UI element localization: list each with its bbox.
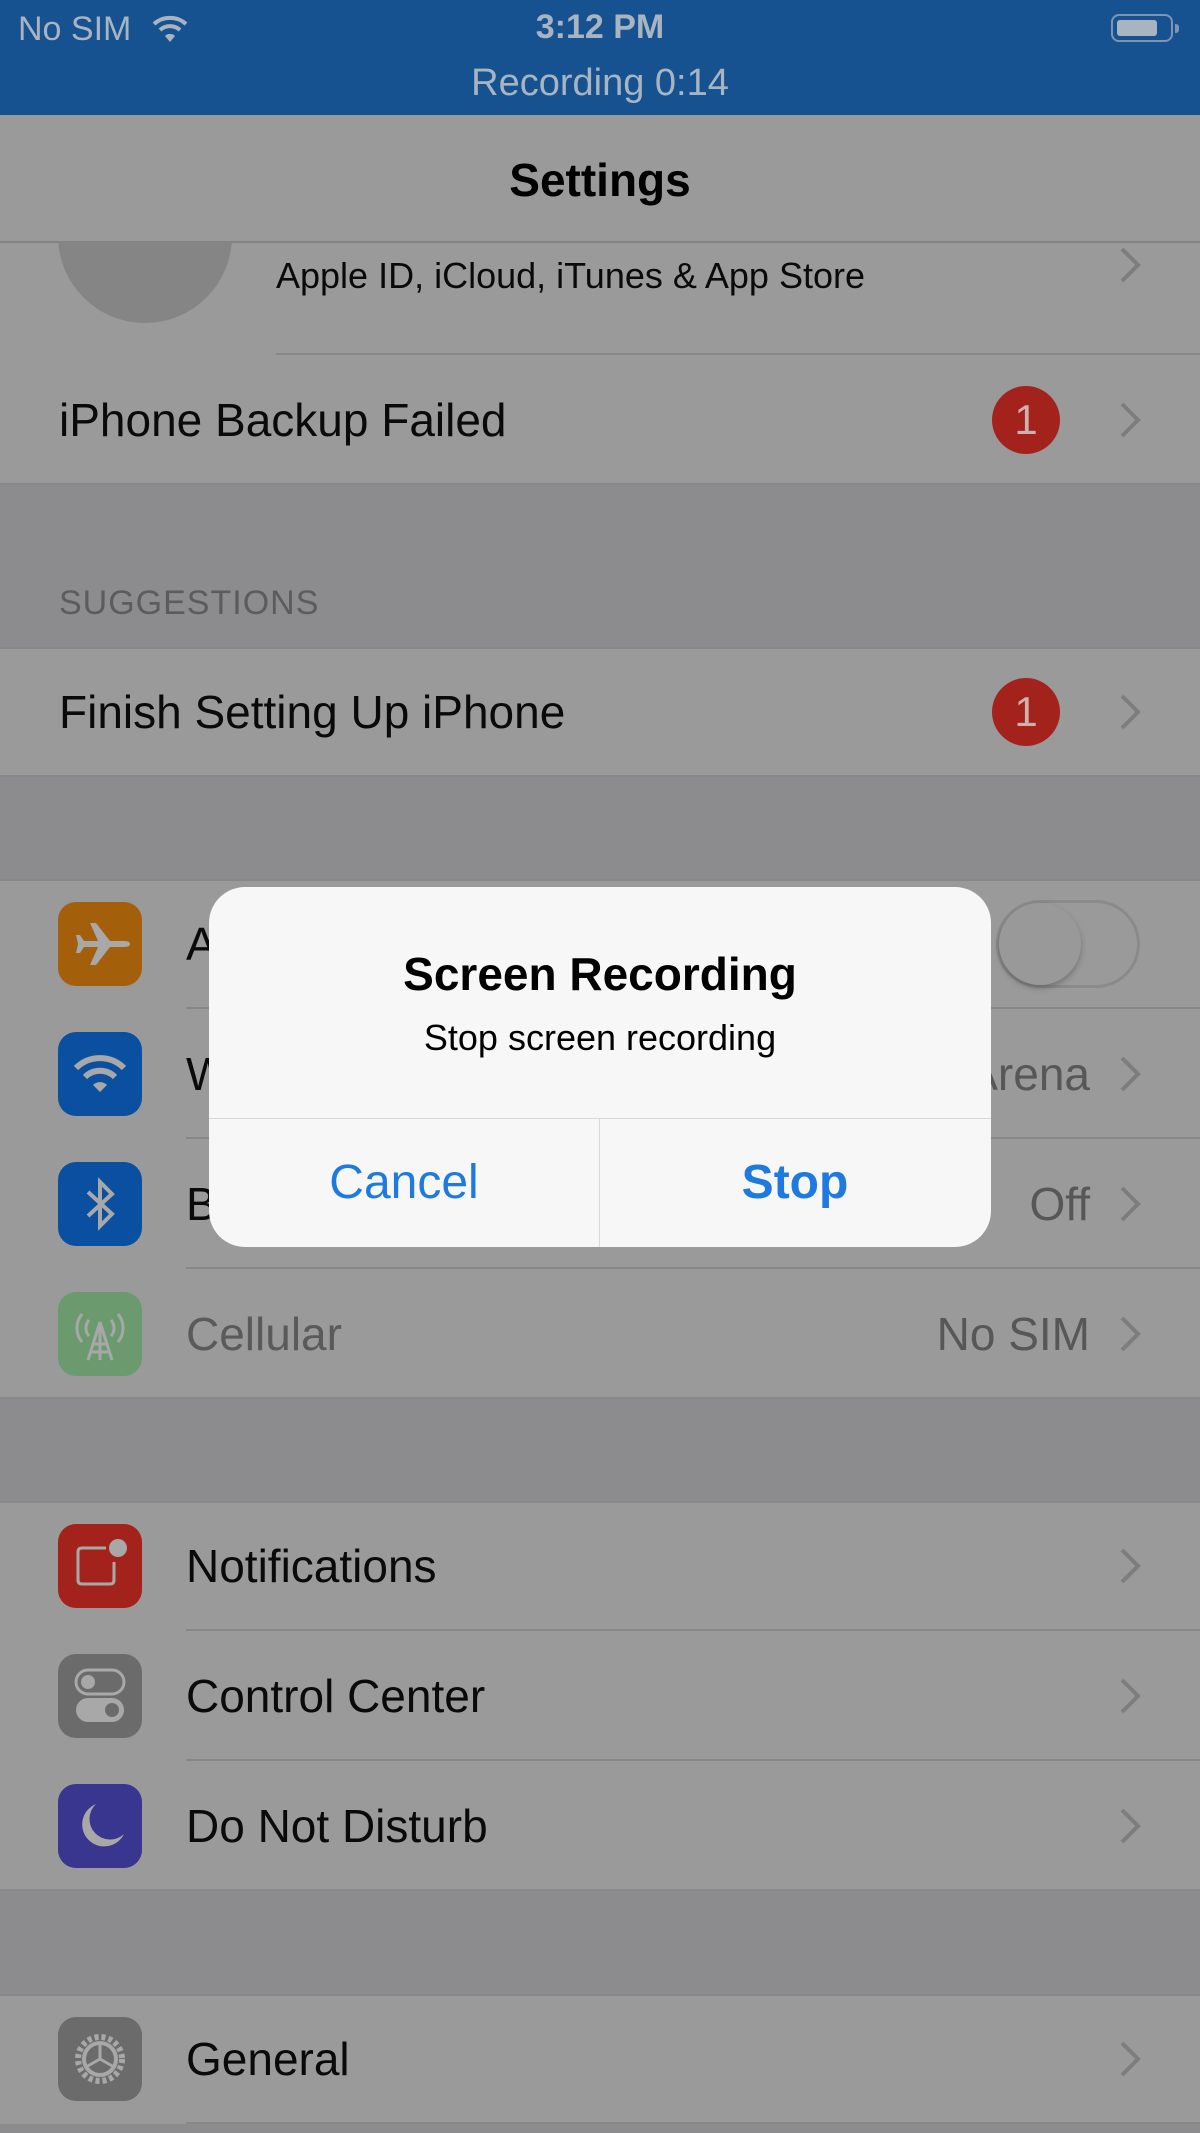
cellular-icon [58,1292,142,1376]
divider [0,1889,1200,1891]
notifications-label: Notifications [186,1540,437,1592]
airplane-mode-toggle[interactable] [996,900,1140,988]
toggle-knob [999,903,1081,985]
alert-title: Screen Recording [403,948,797,1000]
navigation-bar: Settings [0,115,1200,243]
control-center-icon [58,1654,142,1738]
divider [0,483,1200,485]
control-center-row[interactable]: Control Center [0,1631,1200,1761]
chevron-right-icon [1120,1678,1141,1714]
chevron-right-icon [1120,1548,1141,1584]
battery-icon [1111,14,1179,42]
section-header-suggestions: SUGGESTIONS [59,584,320,622]
chevron-right-icon [1120,1808,1141,1844]
status-bar: No SIM 3:12 PM Recording 0:14 [0,0,1200,115]
chevron-right-icon [1120,2041,1141,2077]
control-center-label: Control Center [186,1670,486,1722]
bluetooth-icon [58,1162,142,1246]
do-not-disturb-label: Do Not Disturb [186,1800,488,1852]
chevron-right-icon [1120,247,1141,283]
chevron-right-icon [1120,402,1141,438]
stop-button[interactable]: Stop [600,1119,990,1247]
chevron-right-icon [1120,1316,1141,1352]
backup-failed-row[interactable]: iPhone Backup Failed 1 [0,355,1200,485]
chevron-right-icon [1120,1186,1141,1222]
gear-icon [58,2017,142,2101]
chevron-right-icon [1120,694,1141,730]
page-title: Settings [509,154,691,206]
alert-message: Stop screen recording [423,1017,777,1058]
divider [0,1501,1200,1503]
wifi-icon [58,1032,142,1116]
bluetooth-value: Off [1029,1178,1090,1230]
airplane-icon [58,902,142,986]
screen-recording-alert: Screen Recording Stop screen recording C… [209,887,991,1247]
general-row[interactable]: General [0,1994,1200,2124]
clock: 3:12 PM [535,8,665,46]
apple-id-subtitle: Apple ID, iCloud, iTunes & App Store [276,255,865,296]
divider [0,647,1200,649]
divider [0,879,1200,881]
cellular-label: Cellular [186,1308,342,1360]
recording-indicator[interactable]: Recording 0:14 [0,62,1200,105]
finish-setup-row[interactable]: Finish Setting Up iPhone 1 [0,647,1200,777]
cellular-row[interactable]: Cellular No SIM [0,1269,1200,1399]
cancel-button[interactable]: Cancel [209,1119,599,1247]
finish-setup-label: Finish Setting Up iPhone [59,686,566,738]
notifications-icon [58,1524,142,1608]
notification-badge: 1 [992,386,1060,454]
divider [186,2122,1200,2124]
general-label: General [186,2033,350,2085]
notification-badge: 1 [992,678,1060,746]
moon-icon [58,1784,142,1868]
do-not-disturb-row[interactable]: Do Not Disturb [0,1761,1200,1891]
divider [0,1397,1200,1399]
notifications-row[interactable]: Notifications [0,1501,1200,1631]
divider [0,1994,1200,1996]
divider [0,775,1200,777]
cellular-value: No SIM [936,1308,1090,1360]
backup-label: iPhone Backup Failed [59,394,507,446]
chevron-right-icon [1120,1056,1141,1092]
